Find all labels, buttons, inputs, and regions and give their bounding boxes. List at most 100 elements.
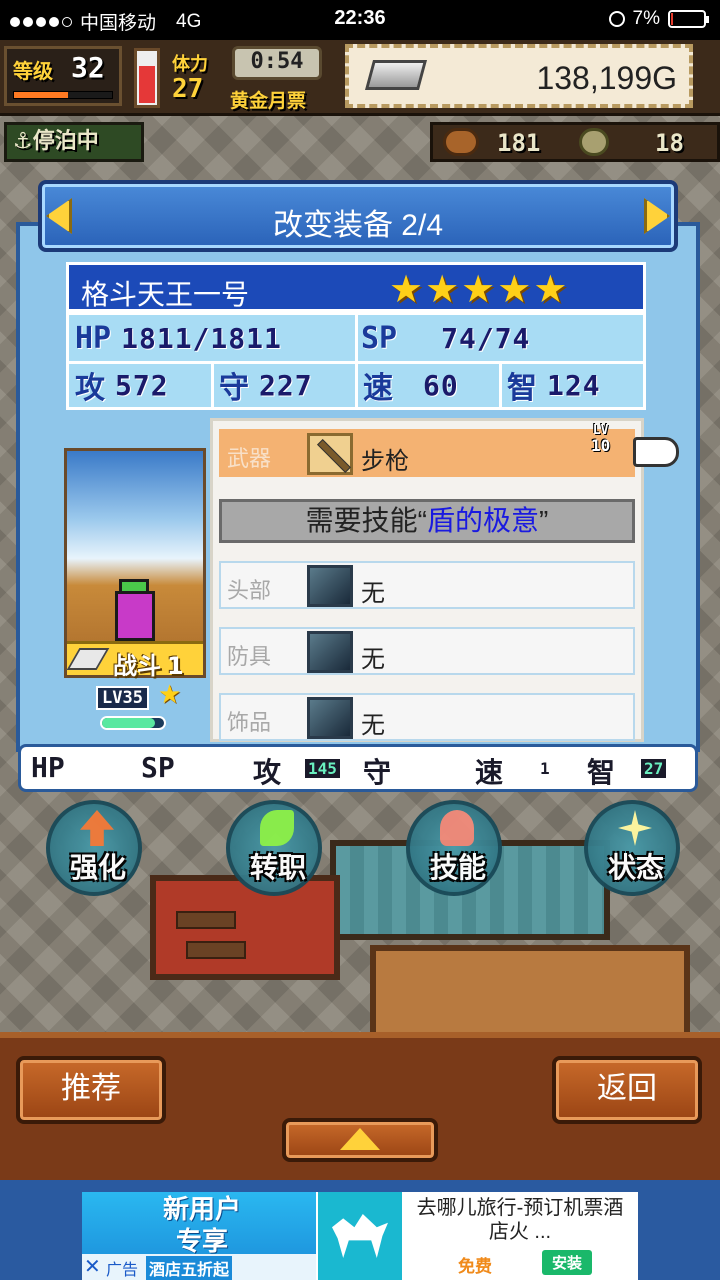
equipment-panel: 武器 步枪 LV 10 需要技能“盾的极意” 头部 无 防具 无 饰品 无 [210, 418, 679, 742]
weapon-level: LV 10 [591, 423, 611, 455]
ad-promo-image: 新用户 专享 ✕ 广告 酒店五折起 [82, 1192, 316, 1280]
stat-sp-value: 74/74 [441, 321, 531, 355]
bench [186, 941, 246, 959]
rifle-icon [307, 433, 353, 475]
bonus-atk-value: 145 [305, 759, 340, 778]
ad-free-label: 免费 [458, 1257, 492, 1277]
character-portrait[interactable]: 战斗 1 [64, 448, 206, 680]
battery-icon [668, 10, 709, 28]
accessory-item-name: 无 [361, 712, 385, 739]
docked-label: 停泊中 [32, 129, 99, 154]
coffee-bean-icon [443, 128, 479, 156]
docked-status[interactable]: ⚓停泊中 [4, 122, 144, 162]
character-level: LV35 [96, 686, 149, 710]
character-name: 格斗天王一号 [81, 279, 250, 310]
weapon-slot-label: 武器 [227, 446, 272, 471]
room-lounge [150, 875, 340, 980]
level-label: 等级 [13, 59, 53, 83]
character-name-bar: 格斗天王一号 ★ ★ ★ ★ ★ [66, 262, 646, 312]
star-icon: ★ [389, 267, 424, 311]
change-job-button[interactable]: 转职 [226, 800, 322, 896]
status-button[interactable]: 状态 [584, 800, 680, 896]
stat-int-label: 智 [507, 371, 537, 406]
ad-tag: 广告 [106, 1260, 139, 1279]
stat-hp-label: HP [75, 320, 112, 356]
ad-close-icon[interactable]: ✕ [84, 1256, 101, 1276]
armor-item-name: 无 [361, 646, 385, 673]
stat-atk: 攻 572 [75, 363, 169, 407]
accessory-slot-label: 饰品 [227, 710, 272, 735]
bonus-spd-value: 1 [540, 759, 550, 778]
stat-spd-label: 速 [363, 371, 393, 406]
battery-percent: 7% [632, 8, 660, 29]
dialog-title-bar: 改变装备 2/4 [38, 180, 678, 252]
stamina-box[interactable]: 体力 27 [164, 46, 234, 106]
stat-int-value: 124 [547, 368, 601, 402]
character-stats: HP 1811/1811 SP 74/74 攻 572 守 227 速 60 智… [66, 312, 646, 410]
stat-spd-value: 60 [423, 368, 459, 402]
ad-banner[interactable]: 新用户 专享 ✕ 广告 酒店五折起 去哪儿旅行-预订机票酒店火 ... 免费 安… [0, 1180, 720, 1280]
recommend-button[interactable]: 推荐 [16, 1056, 166, 1124]
gold-bar-icon [364, 60, 428, 90]
bench [176, 911, 236, 929]
empty-slot-icon [307, 565, 353, 607]
head-slot-label: 头部 [227, 578, 272, 603]
stat-int: 智 124 [507, 363, 601, 407]
head-item-name: 无 [361, 580, 385, 607]
required-skill-name: 盾的极意 [426, 505, 539, 536]
class-label: 战斗 1 [113, 652, 184, 680]
pointing-hand-icon [633, 437, 679, 467]
bonus-spd-label: 速 [475, 756, 504, 789]
bonus-int-label: 智 [587, 756, 616, 789]
stat-sp: SP 74/74 [361, 316, 530, 360]
gold-display: 138,199G [345, 44, 693, 108]
bonus-def-label: 守 [363, 756, 392, 789]
empty-slot-icon [307, 631, 353, 673]
weapon-name: 步枪 [361, 448, 409, 475]
change-job-label: 转职 [249, 851, 306, 884]
level-progress-bar [13, 91, 113, 99]
weapon-slot[interactable]: 武器 步枪 LV 10 [219, 423, 635, 477]
ad-promo-footer: ✕ 广告 酒店五折起 [82, 1254, 316, 1280]
expand-menu-button[interactable] [282, 1118, 438, 1162]
ad-app-logo [318, 1192, 402, 1280]
stat-def: 守 227 [219, 363, 313, 407]
class-badge: 战斗 1 [66, 641, 203, 680]
ad-content[interactable]: 新用户 专享 ✕ 广告 酒店五折起 去哪儿旅行-预订机票酒店火 ... 免费 安… [82, 1192, 638, 1280]
gold-ticket-button[interactable]: 黄金月票 [230, 86, 306, 113]
bonus-int-value: 27 [641, 759, 667, 778]
head-slot[interactable]: 头部 无 [219, 561, 635, 609]
star-icon: ★ [533, 267, 568, 311]
exp-bar [100, 716, 166, 730]
stat-spd: 速 60 [363, 363, 459, 407]
stamina-value: 27 [172, 74, 204, 104]
back-button[interactable]: 返回 [552, 1056, 702, 1124]
camel-icon [332, 1214, 388, 1258]
bonus-hp-label: HP [31, 751, 65, 784]
resource-2-value: 18 [655, 129, 684, 157]
medal-icon [579, 128, 609, 156]
empty-slot-icon [307, 697, 353, 739]
skills-button[interactable]: 技能 [406, 800, 502, 896]
star-icon: ★ [461, 267, 496, 311]
status-bar: 中国移动 4G 22:36 7% [0, 0, 720, 40]
star-icon: ★ [425, 267, 460, 311]
accessory-slot[interactable]: 饰品 无 [219, 693, 635, 741]
armor-slot[interactable]: 防具 无 [219, 627, 635, 675]
ad-install-button[interactable]: 安装 [542, 1250, 593, 1275]
ad-promo-text: 新用户 专享 [162, 1195, 241, 1257]
skills-label: 技能 [429, 851, 486, 884]
flame-icon [440, 810, 474, 846]
bonus-atk-label: 攻 [253, 756, 282, 789]
stamina-gauge [134, 48, 160, 108]
sparkle-icon [618, 810, 652, 846]
upgrade-button[interactable]: 强化 [46, 800, 142, 896]
leaf-icon [260, 810, 294, 846]
armor-slot-label: 防具 [227, 644, 272, 669]
class-rank: 1 [167, 652, 184, 680]
rotation-lock-icon [608, 11, 625, 27]
star-icon: ★ [497, 267, 532, 311]
rarity-stars: ★ ★ ★ ★ ★ [389, 269, 567, 309]
dialog-title: 改变装备 2/4 [272, 209, 444, 242]
stat-hp: HP 1811/1811 [75, 316, 282, 360]
